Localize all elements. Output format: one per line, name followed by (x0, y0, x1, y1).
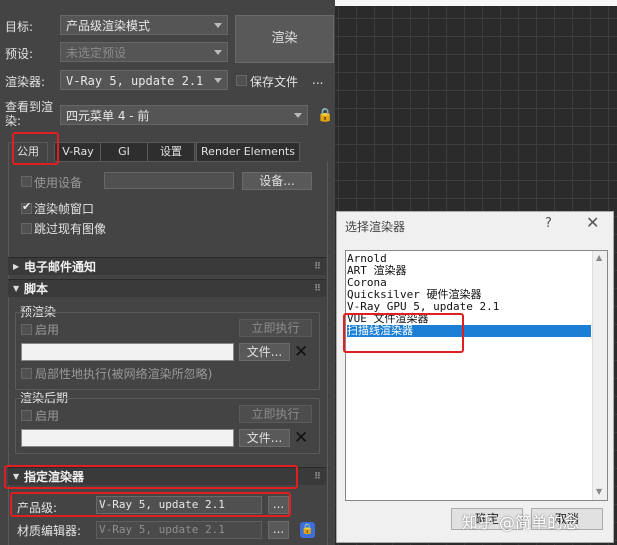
list-scrollbar[interactable]: ▲ ▼ (592, 251, 607, 500)
device-button[interactable]: 设备... (242, 172, 312, 190)
renderer-label: 渲染器: (5, 75, 46, 89)
chevron-down-icon (214, 23, 222, 28)
render-frame-window-label: 渲染帧窗口 (34, 202, 95, 216)
watermark: 知乎 @简单的念 (462, 513, 580, 532)
pre-render-file-button[interactable]: 文件... (239, 343, 290, 361)
material-editor-label: 材质编辑器: (17, 524, 82, 538)
pre-render-enable-checkbox[interactable] (21, 324, 32, 335)
render-button[interactable]: 渲染 (235, 15, 334, 63)
choose-material-renderer-button[interactable]: ... (268, 521, 289, 539)
tab-common[interactable]: 公用 (8, 142, 48, 162)
view-to-render-value: 四元菜单 4 - 前 (66, 109, 150, 123)
pre-render-execute-now-button[interactable]: 立即执行 (239, 319, 312, 337)
rollout-title: 指定渲染器 (24, 470, 85, 484)
clear-x-icon[interactable]: ✕ (294, 430, 308, 447)
view-to-render-label: 查看到渲染: (5, 100, 54, 128)
list-item-selected[interactable]: 扫描线渲染器 (347, 325, 591, 337)
expand-arrow-icon: ▶ (13, 262, 20, 271)
chevron-down-icon (214, 78, 222, 83)
rollout-script[interactable]: ▼ 脚本 ⠿ (8, 279, 326, 297)
post-render-execute-now-button[interactable]: 立即执行 (239, 405, 312, 423)
pre-render-enable-label: 启用 (35, 323, 60, 337)
target-label: 目标: (5, 20, 34, 34)
tab-settings[interactable]: 设置 (147, 142, 195, 162)
use-device-checkbox[interactable] (21, 176, 32, 187)
lock-icon[interactable]: 🔒 (300, 522, 315, 538)
save-file-label: 保存文件 (250, 75, 299, 89)
renderer-dropdown[interactable]: V-Ray 5, update 2.1 (60, 70, 228, 90)
collapse-arrow-icon: ▼ (13, 472, 20, 481)
device-field[interactable] (104, 172, 234, 189)
rollout-assign-renderer[interactable]: ▼ 指定渲染器 ⠿ (8, 467, 326, 485)
preset-label: 预设: (5, 47, 34, 61)
post-render-enable-checkbox[interactable] (21, 410, 32, 421)
post-render-file-button[interactable]: 文件... (239, 429, 290, 447)
production-renderer-field: V-Ray 5, update 2.1 (96, 496, 262, 514)
target-value: 产品级渲染模式 (66, 19, 151, 33)
clear-x-icon[interactable]: ✕ (294, 344, 308, 361)
chevron-down-icon (214, 50, 222, 55)
lock-icon[interactable]: 🔒 (317, 108, 333, 123)
tab-gi[interactable]: GI (100, 142, 148, 162)
render-frame-window-checkbox[interactable] (21, 200, 32, 214)
chevron-down-icon (294, 113, 302, 118)
save-file-more-button[interactable]: ... (312, 73, 323, 87)
material-editor-renderer-field: V-Ray 5, update 2.1 (96, 521, 262, 539)
scroll-up-icon[interactable]: ▲ (596, 253, 602, 262)
collapse-arrow-icon: ▼ (13, 284, 20, 293)
dialog-title: 选择渲染器 (345, 220, 406, 234)
skip-existing-checkbox[interactable] (21, 223, 32, 234)
render-setup-panel: 目标: 产品级渲染模式 预设: 未选定预设 渲染器: V-Ray 5, upda… (0, 0, 335, 545)
grip-icon: ⠿ (313, 472, 321, 482)
local-execute-checkbox[interactable] (21, 368, 32, 379)
rollout-email-notification[interactable]: ▶ 电子邮件通知 ⠿ (8, 257, 326, 275)
preset-value: 未选定预设 (66, 46, 127, 60)
rollout-title: 电子邮件通知 (24, 260, 97, 274)
grip-icon: ⠿ (313, 284, 321, 294)
pre-render-file-field[interactable] (21, 343, 234, 361)
tab-vray[interactable]: V-Ray (54, 142, 102, 162)
view-to-render-dropdown[interactable]: 四元菜单 4 - 前 (60, 105, 308, 125)
choose-renderer-dialog: 选择渲染器 ? ✕ Arnold ART 渲染器 Corona Quicksil… (336, 211, 614, 543)
save-file-checkbox[interactable] (236, 75, 247, 86)
production-label: 产品级: (17, 501, 58, 515)
local-execute-label: 局部性地执行(被网络渲染所忽略) (35, 367, 213, 381)
renderer-value: V-Ray 5, update 2.1 (66, 74, 204, 88)
post-render-file-field[interactable] (21, 429, 234, 447)
post-render-enable-label: 启用 (35, 409, 60, 423)
grip-icon: ⠿ (313, 262, 321, 272)
skip-existing-label: 跳过现有图像 (34, 222, 107, 236)
rollout-title: 脚本 (24, 282, 49, 296)
choose-production-renderer-button[interactable]: ... (268, 496, 289, 514)
use-device-label: 使用设备 (34, 176, 83, 190)
tab-render-elements[interactable]: Render Elements (196, 142, 300, 162)
help-icon[interactable]: ? (545, 216, 552, 231)
viewport-top-strip (335, 0, 617, 6)
target-dropdown[interactable]: 产品级渲染模式 (60, 15, 228, 35)
close-icon[interactable]: ✕ (586, 213, 599, 232)
scroll-down-icon[interactable]: ▼ (596, 487, 602, 496)
renderer-list[interactable]: Arnold ART 渲染器 Corona Quicksilver 硬件渲染器 … (345, 250, 608, 501)
preset-dropdown[interactable]: 未选定预设 (60, 42, 228, 62)
